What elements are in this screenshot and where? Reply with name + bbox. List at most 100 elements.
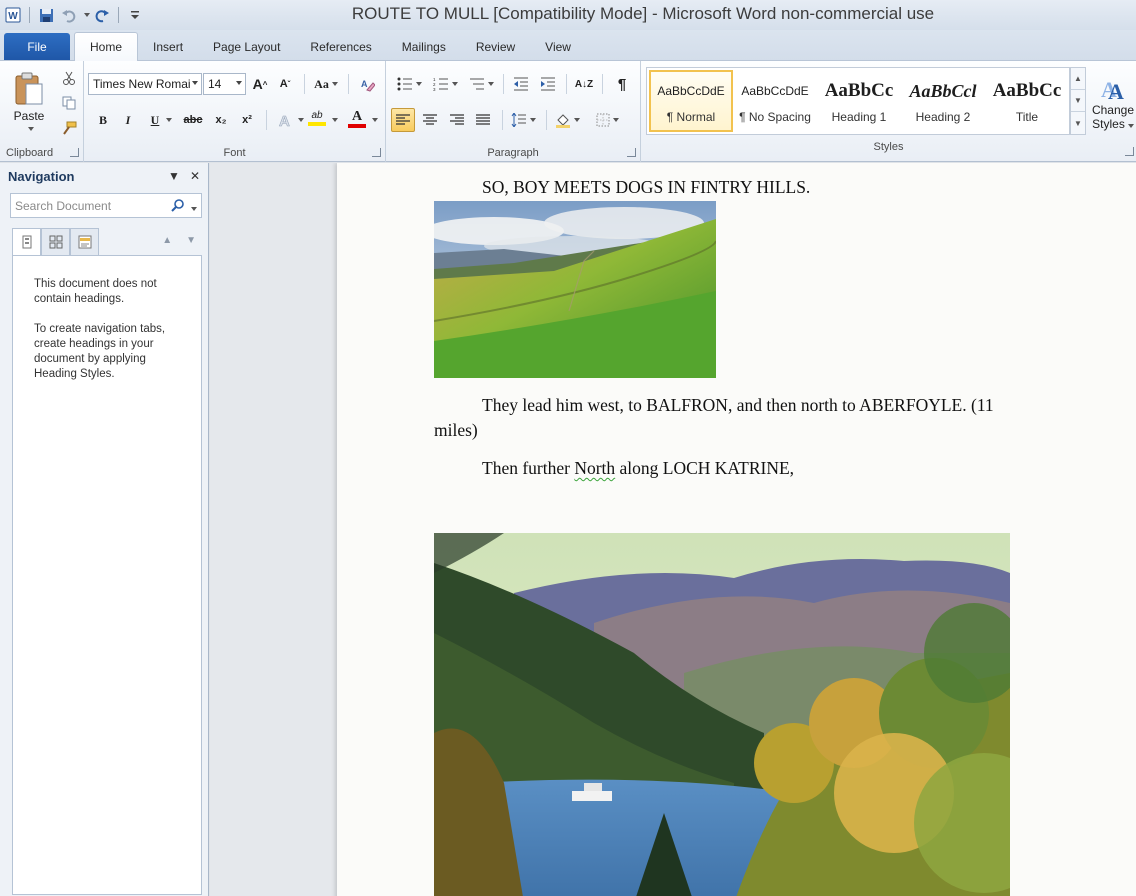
format-painter-icon[interactable] [58, 117, 80, 139]
styles-launcher-icon[interactable] [1125, 147, 1134, 156]
align-center-icon[interactable] [419, 109, 441, 131]
styles-scroll-down-icon[interactable]: ▼ [1071, 90, 1085, 112]
font-name-combo[interactable]: Times New Romai [88, 73, 202, 95]
style-heading-1-name: Heading 1 [831, 110, 887, 124]
svg-text:A: A [279, 113, 290, 128]
document-area[interactable]: SO, BOY MEETS DOGS IN FINTRY HILLS. They [210, 163, 1136, 896]
customize-qat-icon[interactable] [126, 6, 144, 24]
tab-file[interactable]: File [4, 33, 70, 60]
highlight-button[interactable]: ab [306, 107, 328, 129]
undo-dropdown-icon[interactable] [81, 6, 90, 24]
paste-button[interactable]: Paste [4, 65, 54, 137]
clipboard-launcher-icon[interactable] [70, 148, 79, 157]
navigation-body: This document does not contain headings.… [12, 255, 202, 895]
ribbon: Paste Clipboard Times New Romai 14 A ^ Aˇ… [0, 61, 1136, 162]
shrink-font-button[interactable]: Aˇ [274, 73, 296, 95]
document-page[interactable]: SO, BOY MEETS DOGS IN FINTRY HILLS. They [337, 163, 1136, 896]
tab-page-layout[interactable]: Page Layout [198, 33, 295, 60]
strikethrough-button[interactable]: abc [182, 109, 204, 131]
highlight-dropdown-icon[interactable] [328, 109, 338, 131]
style-normal-name: ¶ Normal [666, 110, 716, 124]
search-icon[interactable] [171, 198, 185, 215]
spelling-flagged-word[interactable]: North [574, 458, 615, 478]
font-color-dropdown-icon[interactable] [368, 109, 378, 131]
shading-icon[interactable] [552, 109, 582, 131]
decrease-indent-icon[interactable] [510, 73, 532, 95]
change-case-button[interactable]: Aa [310, 73, 342, 95]
copy-icon[interactable] [58, 92, 80, 114]
styles-group-label: Styles [873, 141, 904, 153]
style-heading-1[interactable]: AaBbCc Heading 1 [817, 70, 901, 132]
tab-insert[interactable]: Insert [138, 33, 198, 60]
multilevel-list-icon[interactable] [466, 73, 496, 95]
font-launcher-icon[interactable] [372, 148, 381, 157]
navigation-header: Navigation ▼ ✕ [0, 163, 208, 189]
tab-view[interactable]: View [530, 33, 586, 60]
browse-pages-icon[interactable] [41, 228, 70, 255]
tab-review[interactable]: Review [461, 33, 530, 60]
font-color-button[interactable]: A [346, 107, 368, 129]
align-right-icon[interactable] [446, 109, 468, 131]
italic-button[interactable]: I [117, 109, 139, 131]
style-normal[interactable]: AaBbCcDdE ¶ Normal [649, 70, 733, 132]
numbering-icon[interactable]: 123 [430, 73, 460, 95]
justify-icon[interactable] [472, 109, 494, 131]
document-line-2a: They lead him west, to BALFRON, and then… [482, 395, 994, 415]
font-group-label: Font [223, 147, 246, 159]
bold-button[interactable]: B [92, 109, 114, 131]
navigation-pane: Navigation ▼ ✕ Search Document ▲ ▼ This … [0, 163, 209, 896]
close-icon[interactable]: ✕ [190, 169, 200, 183]
tab-mailings[interactable]: Mailings [387, 33, 461, 60]
word-app-icon[interactable]: W [4, 6, 22, 24]
cut-icon[interactable] [58, 67, 80, 89]
style-heading-2-sample: AaBbCcl [909, 80, 977, 101]
styles-more-icon[interactable]: ▼ [1071, 112, 1085, 134]
text-effects-icon[interactable]: A [274, 109, 296, 131]
change-styles-button[interactable]: AA Change Styles [1090, 67, 1136, 139]
previous-heading-icon[interactable]: ▲ [162, 235, 172, 246]
font-size-combo[interactable]: 14 [203, 73, 246, 95]
save-icon[interactable] [37, 6, 55, 24]
font-color-label: A [351, 108, 363, 124]
style-heading-2-name: Heading 2 [915, 110, 971, 124]
pane-options-icon[interactable]: ▼ [168, 169, 180, 183]
loch-katrine-photo[interactable] [434, 533, 1010, 896]
paragraph-separator [602, 74, 603, 94]
redo-icon[interactable] [93, 6, 111, 24]
styles-gallery: AaBbCcDdE ¶ Normal AaBbCcDdE ¶ No Spacin… [646, 67, 1070, 135]
text-effects-dropdown-icon[interactable] [294, 109, 304, 131]
line-spacing-icon[interactable] [508, 109, 538, 131]
subscript-button[interactable]: x₂ [210, 109, 232, 131]
styles-gallery-scroll: ▲ ▼ ▼ [1070, 67, 1086, 135]
align-left-icon[interactable] [391, 108, 415, 132]
bullets-icon[interactable] [394, 73, 424, 95]
superscript-button[interactable]: x² [236, 109, 258, 131]
fintry-hills-photo[interactable] [434, 201, 716, 378]
svg-text:A: A [361, 79, 368, 89]
sort-button[interactable]: A↓Z [573, 73, 595, 95]
search-document-input[interactable]: Search Document [10, 193, 202, 218]
tab-references[interactable]: References [295, 33, 386, 60]
browse-headings-icon[interactable] [12, 228, 41, 255]
grow-font-button[interactable]: A ^ [249, 73, 271, 95]
borders-icon[interactable] [592, 109, 622, 131]
next-heading-icon[interactable]: ▼ [186, 235, 196, 246]
font-name-value: Times New Romai [93, 77, 191, 91]
style-no-spacing-name: ¶ No Spacing [739, 110, 811, 124]
style-heading-2[interactable]: AaBbCcl Heading 2 [901, 70, 985, 132]
show-formatting-button[interactable]: ¶ [611, 73, 633, 95]
increase-indent-icon[interactable] [537, 73, 559, 95]
paragraph-launcher-icon[interactable] [627, 148, 636, 157]
clipboard-group: Paste Clipboard [0, 61, 84, 162]
clear-formatting-icon[interactable]: A [356, 73, 378, 95]
browse-results-icon[interactable] [70, 228, 99, 255]
styles-scroll-up-icon[interactable]: ▲ [1071, 68, 1085, 90]
style-title[interactable]: AaBbCc Title [985, 70, 1069, 132]
font-separator [304, 74, 305, 94]
style-no-spacing[interactable]: AaBbCcDdE ¶ No Spacing [733, 70, 817, 132]
underline-dropdown-icon[interactable] [162, 109, 172, 131]
paragraph-group: 123 A↓Z ¶ Paragraph [386, 61, 641, 162]
undo-icon[interactable] [59, 6, 77, 24]
search-options-icon[interactable] [188, 200, 197, 214]
tab-home[interactable]: Home [74, 32, 139, 61]
